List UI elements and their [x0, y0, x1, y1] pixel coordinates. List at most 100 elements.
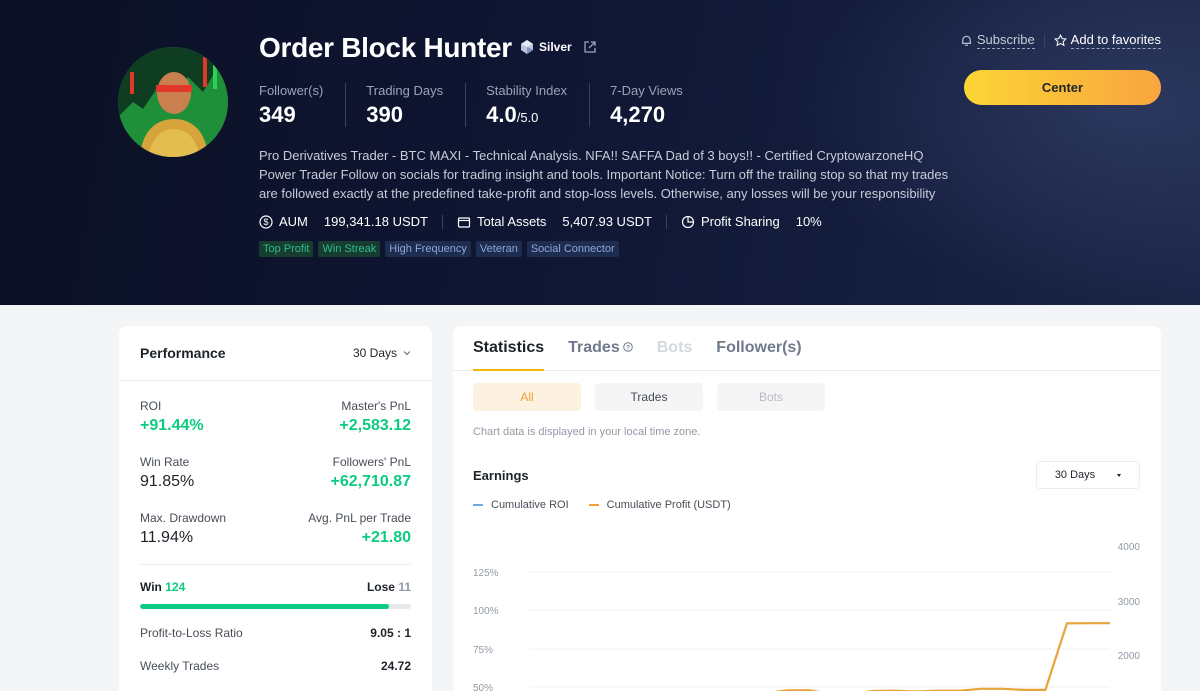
- master-pnl-value: +2,583.12: [339, 417, 411, 434]
- roi-value: +91.44%: [140, 417, 204, 434]
- tag-top-profit: Top Profit: [259, 241, 314, 257]
- win-lose-summary: Win 124 Lose 11: [140, 580, 411, 594]
- caret-down-icon: [1117, 473, 1122, 477]
- left-axis-tick: 100%: [473, 606, 499, 617]
- subscribe-button[interactable]: Subscribe: [960, 32, 1035, 49]
- stat-value: 4.0/5.0: [486, 102, 567, 128]
- wallet-icon: [457, 216, 471, 228]
- performance-card: Performance 30 Days ROI +91.44% Master's …: [119, 326, 432, 691]
- master-pnl-label: Master's PnL: [341, 399, 411, 413]
- add-to-favorites-button[interactable]: Add to favorites: [1053, 32, 1161, 49]
- stat-value: 390: [366, 102, 404, 127]
- earnings-period-dropdown[interactable]: 30 Days: [1036, 461, 1140, 489]
- profit-sharing-label: Profit Sharing: [700, 214, 780, 229]
- tab-label: Statistics: [473, 339, 545, 356]
- period-label: 30 Days: [352, 346, 397, 360]
- avg-pnl-value: +21.80: [361, 529, 411, 546]
- period-dropdown[interactable]: 30 Days: [353, 346, 411, 360]
- weekly-label: Weekly Trades: [140, 659, 220, 673]
- left-axis-tick: 75%: [473, 645, 493, 656]
- asset-summary: $ AUM 199,341.18 USDT Total Assets 5,407…: [259, 214, 822, 229]
- win-rate-label: Win Rate: [140, 455, 190, 469]
- tier-badge: Silver: [519, 39, 572, 55]
- trader-name: Order Block Hunter: [259, 32, 512, 63]
- right-axis-tick: 2000: [1118, 651, 1141, 662]
- lose-label: Lose: [366, 580, 395, 594]
- pie-chart-icon: [681, 215, 695, 228]
- win-lose-bar: [140, 604, 411, 609]
- avg-pnl-label: Avg. PnL per Trade: [308, 511, 411, 525]
- tab-statistics[interactable]: Statistics: [473, 326, 545, 371]
- profit-to-loss-row: Profit-to-Loss Ratio 9.05 : 1: [140, 626, 411, 640]
- trader-bio: Pro Derivatives Trader - BTC MAXI - Tech…: [259, 148, 949, 201]
- stat-label: 7-Day Views: [610, 83, 683, 98]
- performance-title: Performance: [140, 345, 226, 361]
- left-axis-tick: 125%: [473, 568, 499, 579]
- help-icon[interactable]: ?: [622, 342, 633, 352]
- svg-text:?: ?: [626, 344, 630, 351]
- total-assets-label: Total Assets: [476, 214, 547, 229]
- ptl-label: Profit-to-Loss Ratio: [140, 626, 243, 640]
- filter-bots-button[interactable]: Bots: [717, 383, 825, 411]
- legend-swatch: [473, 504, 483, 506]
- performance-header: Performance 30 Days: [119, 326, 432, 381]
- aum: $ AUM 199,341.18 USDT: [259, 214, 428, 229]
- trader-tags: Top Profit Win Streak High Frequency Vet…: [259, 241, 619, 257]
- avatar: [118, 47, 228, 157]
- right-axis-tick: 3000: [1118, 597, 1141, 608]
- profit-series-line: [773, 622, 1110, 691]
- chart-legend: Cumulative ROI Cumulative Profit (USDT): [473, 499, 731, 511]
- tab-bots[interactable]: Bots: [657, 326, 693, 371]
- weekly-trades-row: Weekly Trades 24.72: [140, 659, 411, 673]
- metric-row-roi: ROI +91.44% Master's PnL +2,583.12: [140, 399, 411, 435]
- roi-label: ROI: [140, 399, 162, 413]
- legend-label: Cumulative Profit (USDT): [606, 499, 731, 511]
- divider: [441, 214, 443, 229]
- metric-row-drawdown: Max. Drawdown 11.94% Avg. PnL per Trade +2…: [140, 511, 411, 547]
- stat-label: Follower(s): [259, 83, 324, 98]
- earnings-period-label: 30 Days: [1054, 469, 1096, 481]
- subscribe-label: Subscribe: [976, 32, 1035, 49]
- left-axis-tick: 50%: [473, 683, 493, 691]
- chevron-down-icon: [403, 351, 411, 356]
- win-summary: Win 124: [140, 580, 185, 594]
- divider: [1043, 33, 1045, 48]
- stat-label: Stability Index: [486, 83, 568, 98]
- stat-value: 349: [259, 102, 296, 127]
- filter-trades-button[interactable]: Trades: [595, 383, 703, 411]
- max-drawdown-value: 11.94%: [140, 529, 194, 546]
- weekly-value: 24.72: [380, 659, 411, 673]
- win-count: 124: [165, 580, 186, 594]
- filter-all-button[interactable]: All: [473, 383, 581, 411]
- divider: [140, 564, 411, 565]
- stat-followers: Follower(s) 349: [259, 83, 347, 127]
- lose-count: 11: [398, 580, 411, 594]
- stat-7day-views: 7-Day Views 4,270: [610, 83, 705, 127]
- win-label: Win: [140, 580, 162, 594]
- stat-label: Trading Days: [366, 83, 444, 98]
- tag-win-streak: Win Streak: [318, 241, 381, 257]
- header-actions: Subscribe Add to favorites: [960, 32, 1161, 49]
- tab-followers[interactable]: Follower(s): [716, 326, 801, 371]
- favorites-label: Add to favorites: [1070, 32, 1161, 49]
- tab-trades[interactable]: Trades ?: [568, 326, 633, 371]
- stability-suffix: /5.0: [516, 110, 539, 125]
- aum-label: AUM: [279, 214, 308, 229]
- dollar-circle-icon: $: [259, 214, 273, 229]
- svg-text:$: $: [263, 217, 268, 227]
- earnings-title: Earnings: [473, 468, 529, 483]
- external-link-icon[interactable]: [583, 40, 597, 54]
- stat-value: 4,270: [610, 102, 666, 127]
- profile-stats: Follower(s) 349 Trading Days 390 Stabili…: [259, 83, 725, 127]
- profile-header: Order Block Hunter Silver Follower(s) 34…: [0, 0, 1200, 305]
- stat-trading-days: Trading Days 390: [366, 83, 467, 127]
- win-lose-bar-fill: [140, 604, 389, 609]
- ptl-value: 9.05 : 1: [370, 626, 411, 640]
- tab-label: Trades: [568, 339, 620, 356]
- profit-sharing-value: 10%: [795, 214, 822, 229]
- center-button[interactable]: Center: [964, 70, 1161, 105]
- legend-label: Cumulative ROI: [491, 499, 569, 511]
- win-rate-value: 91.85%: [140, 473, 195, 490]
- aum-value: 199,341.18 USDT: [323, 214, 428, 229]
- followers-pnl-value: +62,710.87: [330, 473, 411, 490]
